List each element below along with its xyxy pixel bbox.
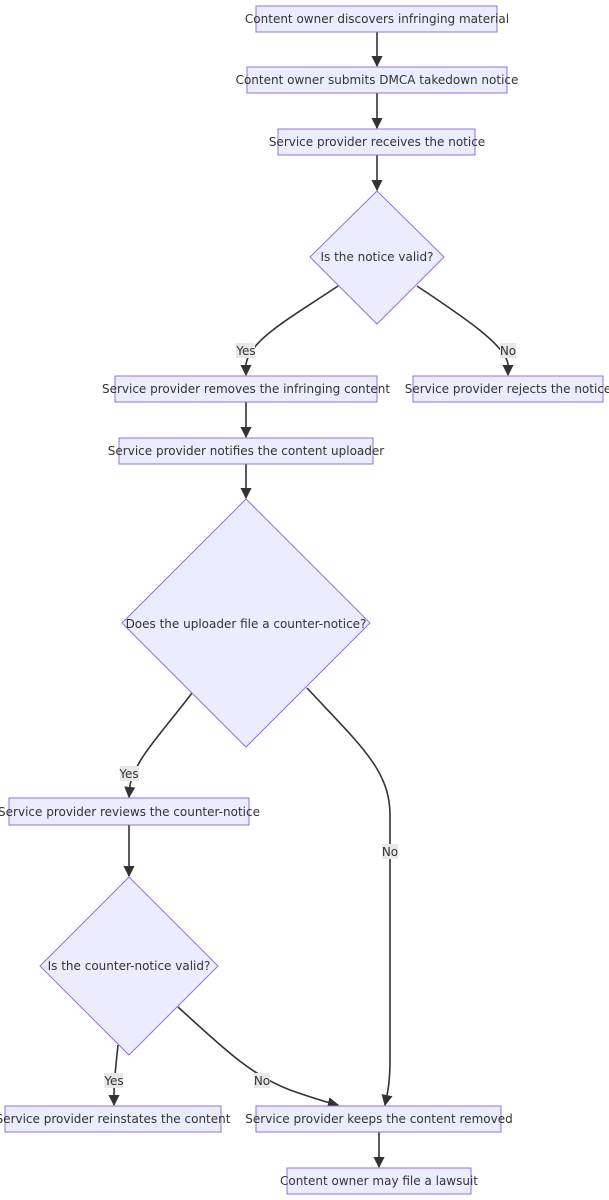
svg-text:No: No (500, 344, 516, 358)
svg-text:Content owner may file a lawsu: Content owner may file a lawsuit (280, 1174, 478, 1188)
edge-label-d2-yes: Yes (118, 766, 139, 781)
edge-label-d3-no: No (254, 1073, 270, 1088)
edge-d2-n6 (124, 692, 193, 799)
edge-label-d1-yes: Yes (235, 343, 256, 358)
edge-d2-n9 (306, 687, 393, 1107)
svg-text:Service provider receives the: Service provider receives the notice (269, 135, 485, 149)
svg-text:Is the counter-notice valid?: Is the counter-notice valid? (48, 959, 211, 973)
node-discovers-infringing-material: Content owner discovers infringing mater… (245, 5, 509, 33)
svg-text:Service provider removes the i: Service provider removes the infringing … (102, 382, 390, 396)
decision-counter-notice-filed: Does the uploader file a counter-notice? (121, 498, 371, 748)
edge-d3-n9 (177, 1006, 340, 1109)
node-notifies-uploader: Service provider notifies the content up… (108, 437, 384, 465)
svg-text:Content owner discovers infrin: Content owner discovers infringing mater… (245, 12, 509, 26)
svg-text:Service provider reviews the c: Service provider reviews the counter-not… (0, 805, 260, 819)
flowchart: Yes No Yes No Yes No Content owner disco… (0, 5, 609, 1195)
decision-counter-notice-valid: Is the counter-notice valid? (39, 876, 219, 1056)
edge-label-d3-yes: Yes (103, 1073, 124, 1088)
svg-text:No: No (382, 845, 398, 859)
svg-text:Service provider rejects the n: Service provider rejects the notice (405, 382, 609, 396)
node-submits-takedown-notice: Content owner submits DMCA takedown noti… (236, 66, 519, 94)
svg-text:Service provider keeps the con: Service provider keeps the content remov… (245, 1112, 512, 1126)
svg-text:No: No (254, 1074, 270, 1088)
svg-text:Yes: Yes (103, 1074, 123, 1088)
node-reviews-counter-notice: Service provider reviews the counter-not… (0, 797, 260, 826)
svg-text:Service provider reinstates th: Service provider reinstates the content (0, 1112, 231, 1126)
node-receives-notice: Service provider receives the notice (269, 128, 485, 156)
svg-text:Does the uploader file a count: Does the uploader file a counter-notice? (126, 617, 367, 631)
edge-d1-n7 (416, 285, 514, 377)
node-removes-content: Service provider removes the infringing … (102, 375, 390, 403)
svg-text:Is the notice valid?: Is the notice valid? (320, 250, 433, 264)
edge-label-d1-no: No (500, 343, 516, 358)
node-reinstates-content: Service provider reinstates the content (0, 1105, 231, 1133)
svg-text:Yes: Yes (118, 767, 138, 781)
decision-notice-valid: Is the notice valid? (309, 190, 445, 325)
svg-text:Service provider notifies the: Service provider notifies the content up… (108, 444, 384, 458)
nodes: Content owner discovers infringing mater… (0, 5, 609, 1195)
svg-text:Yes: Yes (235, 344, 255, 358)
node-rejects-notice: Service provider rejects the notice (405, 375, 609, 403)
svg-text:Content owner submits DMCA tak: Content owner submits DMCA takedown noti… (236, 73, 519, 87)
node-may-file-lawsuit: Content owner may file a lawsuit (280, 1167, 478, 1195)
edge-label-d2-no: No (382, 844, 398, 859)
node-keeps-content-removed: Service provider keeps the content remov… (245, 1105, 513, 1133)
edge-d1-n4 (240, 285, 339, 377)
